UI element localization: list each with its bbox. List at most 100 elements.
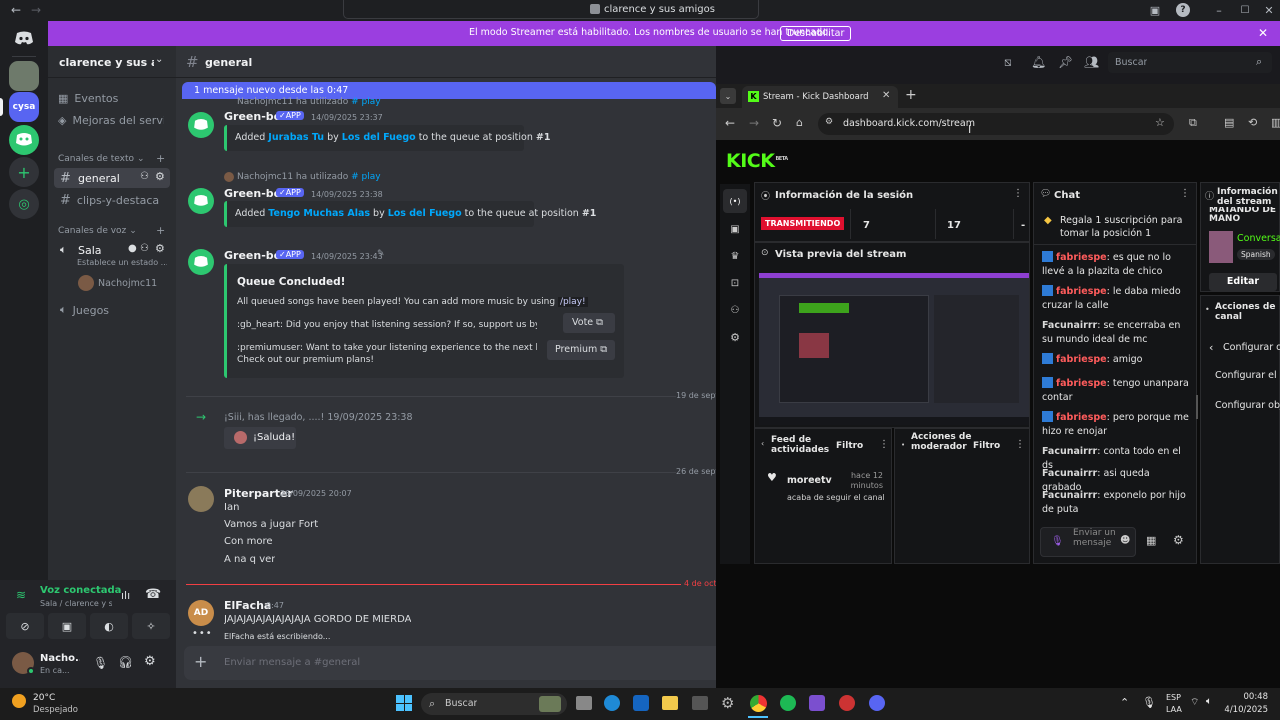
library-nav-icon[interactable]: ▣ [723, 217, 747, 241]
url-text[interactable]: dashboard.kick.com/stream [843, 118, 975, 129]
server-header[interactable]: clarence y sus ami... ⌄ [48, 46, 176, 78]
disconnect-icon[interactable]: ☎ [145, 587, 161, 602]
more-options-icon[interactable]: ⋮ [879, 439, 889, 450]
windows-start-icon[interactable] [396, 695, 412, 711]
maximize-icon[interactable]: ☐ [1238, 3, 1252, 17]
app-icon[interactable] [839, 695, 855, 711]
chat-username[interactable]: fabriespe [1056, 286, 1107, 297]
artist-link[interactable]: Los del Fuego [342, 132, 416, 143]
volume-icon[interactable]: 🔈︎ [1206, 696, 1212, 707]
composer-input[interactable]: Enviar mensaje a #general [224, 657, 360, 668]
bookmark-star-icon[interactable]: ☆ [1155, 116, 1165, 129]
microphone-icon[interactable]: 🎙︎ [1051, 536, 1064, 547]
community-nav-icon[interactable]: ⚇ [723, 298, 747, 322]
command-chip[interactable]: /play! [557, 297, 588, 307]
reply-command[interactable]: play [362, 172, 381, 182]
keyboard-layout[interactable]: LAA [1166, 705, 1182, 714]
close-banner-icon[interactable]: ✕ [1256, 26, 1270, 40]
voice-user-name[interactable]: Nachojmc11 [98, 278, 157, 289]
weather-temp[interactable]: 20°C [33, 693, 55, 703]
bot-avatar[interactable] [188, 112, 214, 138]
clock-time[interactable]: 00:48 [1220, 692, 1269, 702]
help-icon[interactable]: ? [1176, 3, 1190, 17]
edit-button[interactable]: Editar [1209, 273, 1277, 291]
close-icon[interactable]: ✕ [1262, 3, 1276, 17]
invite-icon[interactable]: ⚇ [140, 243, 149, 254]
stream-nav-icon[interactable]: (•) [723, 189, 747, 213]
headphones-icon[interactable]: 🎧︎ [118, 655, 133, 669]
chat-message[interactable]: fabriespe: es que no lo llevé a la plazi… [1042, 251, 1192, 279]
settings-icon[interactable]: ⚙ [721, 694, 734, 712]
store-icon[interactable] [692, 696, 708, 710]
collapse-icon[interactable]: ‹ [761, 439, 764, 448]
extensions-icon[interactable]: ⧉ [1189, 116, 1197, 130]
text-category[interactable]: Canales de texto ⌄ [58, 149, 145, 169]
chat-settings-icon[interactable]: ⚙ [1173, 533, 1184, 547]
chat-username[interactable]: fabriespe [1056, 412, 1107, 423]
voice-channel-juegos[interactable]: 🔈︎ Juegos [60, 300, 109, 320]
history-icon[interactable]: ⟲ [1248, 116, 1257, 129]
close-tab-icon[interactable]: ✕ [882, 90, 890, 101]
premium-button[interactable]: Premium ⧉ [547, 340, 615, 360]
reply-command[interactable]: play [362, 97, 381, 107]
bell-icon[interactable]: 🔔︎ [1031, 55, 1046, 69]
configure-option-2[interactable]: Configurar obj [1215, 400, 1280, 411]
voice-category[interactable]: Canales de voz ⌄ [58, 221, 137, 241]
chat-input[interactable]: 🎙︎ Enviar un mensaje ☻ [1040, 527, 1136, 557]
events-item[interactable]: ▦ Eventos [58, 88, 118, 108]
drag-handle-icon[interactable]: • [1205, 305, 1210, 314]
soundboard-icon[interactable]: ılı [121, 589, 130, 602]
chat-username[interactable]: Facunairrr [1042, 446, 1097, 457]
wifi-icon[interactable]: ⌔ [1190, 696, 1199, 709]
clock-date[interactable]: 4/10/2025 [1220, 705, 1268, 715]
kick-logo[interactable]: KICKBETA [726, 150, 788, 172]
language-code[interactable]: ESP [1166, 693, 1181, 702]
configure-option-1[interactable]: Configurar el c [1215, 370, 1280, 381]
chat-bubble-icon[interactable]: ● [128, 243, 137, 254]
store-icon[interactable]: ▦ [1146, 534, 1156, 547]
channel-clips[interactable]: # clips-y-destaca... [60, 190, 159, 210]
add-server-icon[interactable]: + [9, 157, 39, 187]
pin-icon[interactable]: 📌︎ [1058, 55, 1073, 69]
add-channel-icon[interactable]: + [156, 152, 165, 165]
soundboard-sparkle-icon[interactable]: ✧ [132, 613, 170, 639]
song-link[interactable]: Tengo Muchas Alas [268, 208, 370, 219]
chat-message[interactable]: Facunairrr: exponelo por hijo de puta [1042, 489, 1192, 517]
reload-icon[interactable]: ↻ [772, 116, 782, 130]
voice-channel-sala[interactable]: 🔈︎ Sala ● ⚇ ⚙ [54, 240, 170, 260]
bot-avatar[interactable] [188, 188, 214, 214]
pinned-message[interactable]: Regala 1 suscripción para tomar la posic… [1060, 214, 1192, 240]
boosts-item[interactable]: ◈ Mejoras del servi... [58, 110, 164, 130]
activity-user[interactable]: moreetv [787, 475, 832, 486]
search-input[interactable]: Buscar [1115, 57, 1147, 68]
chat-username[interactable]: Facunairrr [1042, 320, 1097, 331]
outlook-icon[interactable] [633, 695, 649, 711]
spotify-icon[interactable] [780, 695, 796, 711]
back-chevron-icon[interactable]: ‹ [1209, 341, 1213, 354]
artist-link[interactable]: Los del Fuego [388, 208, 462, 219]
discord-home-icon[interactable] [9, 23, 39, 53]
inbox-icon[interactable]: ▣ [1148, 3, 1162, 17]
more-options-icon[interactable]: ⋮ [1013, 188, 1023, 199]
server-cysa[interactable]: cysa [9, 92, 39, 122]
threads-icon[interactable]: ⧅ [1004, 55, 1012, 70]
weather-condition[interactable]: Despejado [33, 705, 78, 715]
more-options-icon[interactable]: ⋮ [1180, 188, 1190, 199]
add-attachment-icon[interactable]: + [194, 652, 207, 671]
app-icon[interactable] [809, 695, 825, 711]
chat-message[interactable]: Facunairrr: se encerraba en su mundo ide… [1042, 319, 1192, 347]
channel-general[interactable]: # general ⚇ ⚙ [54, 168, 170, 188]
minimize-icon[interactable]: – [1212, 3, 1226, 17]
tab-kick[interactable]: K Stream - Kick Dashboard ✕ [742, 86, 898, 108]
stream-category[interactable]: Conversa [1237, 233, 1280, 244]
settings-nav-icon[interactable]: ⚙ [723, 325, 747, 349]
members-icon[interactable]: 👥︎ [1084, 55, 1099, 69]
chat-username[interactable]: fabriespe [1056, 378, 1107, 389]
filter-button[interactable]: Filtro [973, 441, 1000, 451]
stream-preview[interactable] [759, 273, 1029, 425]
chrome-icon[interactable] [750, 695, 767, 712]
voice-connected-subtitle[interactable]: Sala / clarence y s... [40, 599, 112, 608]
sidebar-icon[interactable]: ▤ [1224, 116, 1234, 129]
trophy-nav-icon[interactable]: ♛ [723, 244, 747, 268]
chat-username[interactable]: fabriespe [1056, 354, 1107, 365]
